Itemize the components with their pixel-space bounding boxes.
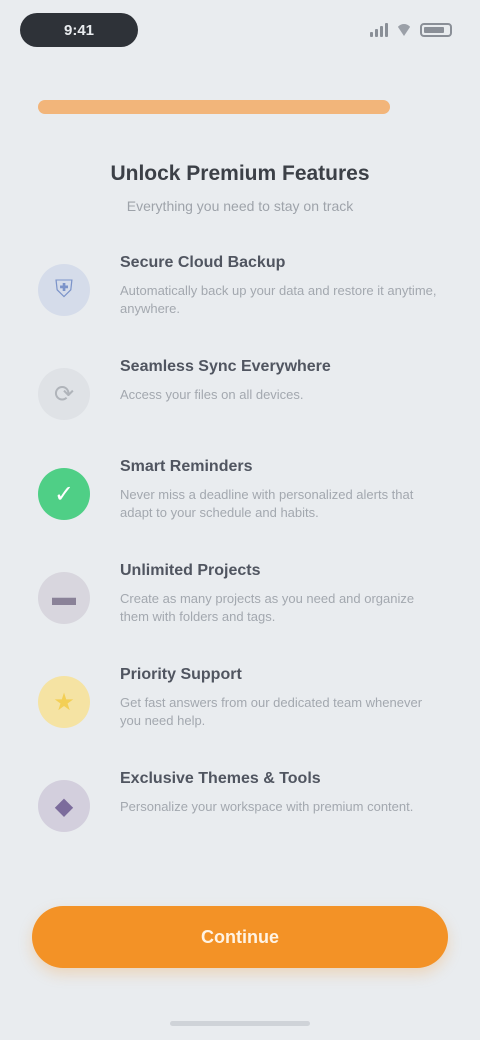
feature-description: Personalize your workspace with premium … xyxy=(120,799,414,814)
folder-icon: ▬ xyxy=(38,572,90,624)
feature-item: ▬ Unlimited Projects Create as many proj… xyxy=(34,562,440,626)
onboarding-progress-bar xyxy=(38,100,390,114)
feature-description: Access your files on all devices. xyxy=(120,387,304,402)
feature-description: Automatically back up your data and rest… xyxy=(120,283,437,316)
star-icon: ★ xyxy=(38,676,90,728)
feature-title: Unlimited Projects xyxy=(120,562,261,579)
page-title: Unlock Premium Features xyxy=(110,162,370,185)
feature-title: Smart Reminders xyxy=(120,458,253,475)
status-icons xyxy=(370,23,452,37)
feature-description: Create as many projects as you need and … xyxy=(120,591,415,624)
signal-icon xyxy=(370,23,388,37)
status-bar: 9:41 xyxy=(20,10,452,50)
continue-button[interactable]: Continue xyxy=(32,906,448,968)
onboarding-progress-fill xyxy=(38,100,390,114)
feature-list: ⛨ Secure Cloud Backup Automatically back… xyxy=(34,252,440,870)
feature-title: Seamless Sync Everywhere xyxy=(120,358,331,375)
gem-icon: ◆ xyxy=(38,780,90,832)
feature-item: ★ Priority Support Get fast answers from… xyxy=(34,666,440,730)
page-subtitle: Everything you need to stay on track xyxy=(126,198,354,214)
feature-title: Exclusive Themes & Tools xyxy=(120,770,321,787)
shield-icon: ⛨ xyxy=(38,264,90,316)
sync-icon: ⟳ xyxy=(38,368,90,420)
feature-description: Never miss a deadline with personalized … xyxy=(120,487,414,520)
feature-title: Priority Support xyxy=(120,666,242,683)
feature-item: ⟳ Seamless Sync Everywhere Access your f… xyxy=(34,358,440,420)
check-circle-icon: ✓ xyxy=(38,468,90,520)
wifi-icon xyxy=(396,24,412,36)
feature-title: Secure Cloud Backup xyxy=(120,254,286,271)
feature-description: Get fast answers from our dedicated team… xyxy=(120,695,423,728)
feature-item: ✓ Smart Reminders Never miss a deadline … xyxy=(34,458,440,522)
battery-icon xyxy=(420,23,452,37)
home-indicator[interactable] xyxy=(170,1021,310,1026)
feature-item: ⛨ Secure Cloud Backup Automatically back… xyxy=(34,254,440,318)
feature-item: ◆ Exclusive Themes & Tools Personalize y… xyxy=(34,770,440,832)
status-time: 9:41 xyxy=(20,13,138,47)
